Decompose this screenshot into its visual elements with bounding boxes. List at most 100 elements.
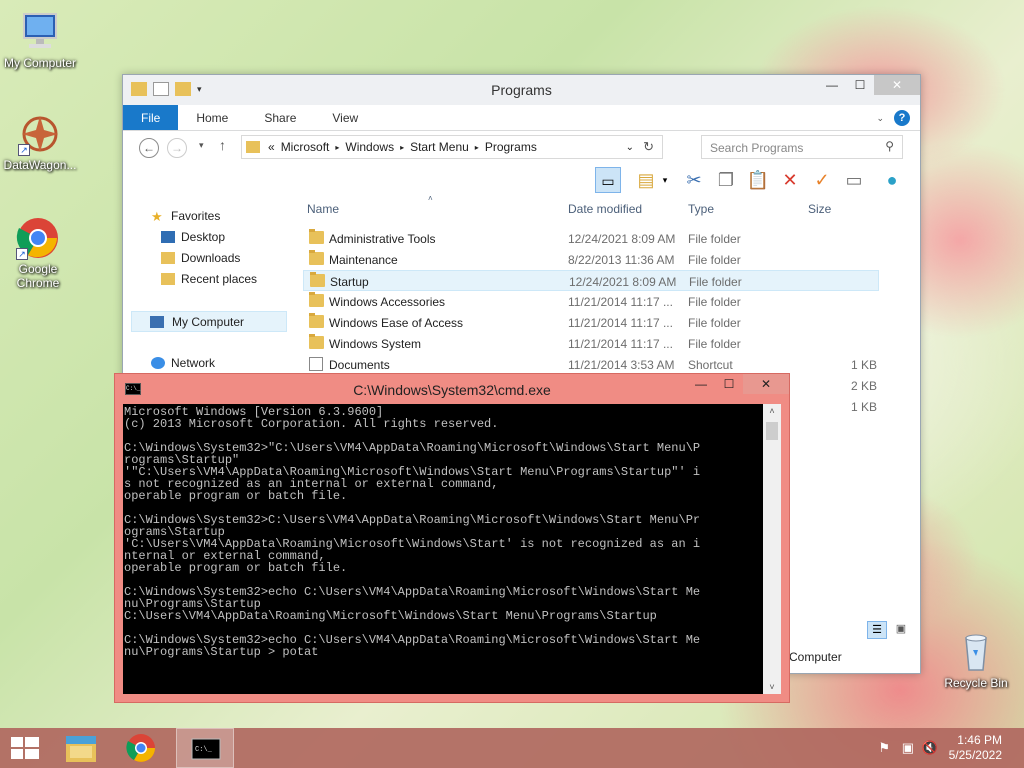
large-icons-view-icon[interactable]: ▣ [891,621,911,639]
column-header-type[interactable]: Type [688,202,714,216]
address-dropdown-icon[interactable]: ⌄ [626,142,634,153]
copy-icon[interactable]: ❐ [713,167,739,193]
close-button[interactable]: ✕ [874,75,920,95]
tab-home[interactable]: Home [178,105,246,130]
search-input[interactable]: Search Programs ⚲ [701,135,903,159]
nav-favorites[interactable]: ★ Favorites [123,206,295,227]
cmd-scrollbar[interactable]: ˄ ˅ [763,404,781,694]
computer-icon [150,316,164,328]
desktop-icon-recycle-bin[interactable]: Recycle Bin [936,630,1016,690]
desktop-icon-my-computer[interactable]: My Computer [0,10,80,70]
help-icon[interactable]: ? [894,110,910,126]
clock[interactable]: 1:46 PM 5/25/2022 [949,733,1002,763]
column-header-size[interactable]: Size [808,202,831,216]
globe-icon[interactable]: ● [879,167,905,193]
clock-date: 5/25/2022 [948,748,1002,762]
desktop-icon-label: DataWagon... [3,158,77,172]
breadcrumb-overflow[interactable]: « [268,140,275,154]
command-toolbar: ▭ ▤ ▾ ✂ ❐ 📋 ✕ ✓ ▭ ● [123,163,920,195]
list-item[interactable]: Administrative Tools 12/24/2021 8:09 AM … [303,228,880,249]
folder-icon [309,313,324,328]
volume-muted-icon[interactable]: 🔇 [922,740,938,756]
recent-places-icon [161,273,175,285]
ribbon-expand-icon[interactable]: ⌄ [876,113,884,124]
computer-icon [18,10,62,54]
action-center-flag-icon[interactable]: ⚑ [878,740,890,756]
breadcrumb-windows[interactable]: Windows [345,140,394,154]
forward-button[interactable]: → [167,138,187,158]
nav-my-computer[interactable]: My Computer [131,311,287,332]
nav-network-label: Network [171,356,216,370]
console-line: (c) 2013 Microsoft Corporation. All righ… [124,417,499,431]
explorer-titlebar[interactable]: ▾ Programs — ☐ ✕ [123,75,920,105]
breadcrumb-start-menu[interactable]: Start Menu [410,140,469,154]
nav-downloads[interactable]: Downloads [123,248,295,269]
nav-desktop-label: Desktop [181,230,226,244]
list-item[interactable]: Windows System 11/21/2014 11:17 ... File… [303,333,880,354]
cmd-window[interactable]: C:\_ C:\Windows\System32\cmd.exe — ☐ ✕ M… [114,373,790,703]
nav-recent-places[interactable]: Recent places [123,269,295,290]
list-item[interactable]: Documents 11/21/2014 3:53 AM Shortcut 1 … [303,354,880,375]
list-item[interactable]: Maintenance 8/22/2013 11:36 AM File fold… [303,249,880,270]
cmd-icon: C:\_ [191,738,221,760]
folder-icon [309,292,324,307]
scroll-thumb[interactable] [766,422,778,440]
item-name: Documents [329,358,390,372]
item-date: 11/21/2014 11:17 ... [568,316,673,330]
nav-desktop[interactable]: Desktop [123,227,295,248]
properties-folder-icon[interactable]: ▤ [633,167,659,193]
paste-icon[interactable]: 📋 [745,167,771,193]
list-item[interactable]: Windows Ease of Access 11/21/2014 11:17 … [303,312,880,333]
maximize-button[interactable]: ☐ [846,75,874,95]
taskbar-cmd[interactable]: C:\_ [176,728,234,768]
minimize-button[interactable]: — [687,374,715,394]
item-date: 11/21/2014 3:53 AM [568,358,675,372]
recent-locations-icon[interactable]: ▾ [199,140,204,151]
scroll-up-icon[interactable]: ˄ [763,406,781,416]
check-icon[interactable]: ✓ [809,167,835,193]
item-size: 2 KB [851,379,878,393]
network-status-icon[interactable]: ▣ [902,740,914,756]
column-header-name[interactable]: Name [307,202,339,216]
nav-network[interactable]: Network [123,353,295,374]
delete-icon[interactable]: ✕ [777,167,803,193]
tab-view[interactable]: View [314,105,376,130]
column-header-date[interactable]: Date modified [568,202,642,216]
maximize-button[interactable]: ☐ [715,374,743,394]
desktop-icon-label: Google Chrome [16,262,60,290]
rename-icon[interactable]: ▭ [841,167,867,193]
desktop-icon [161,231,175,243]
minimize-button[interactable]: — [818,75,846,95]
address-bar[interactable]: « Microsoft ▸ Windows ▸ Start Menu ▸ Pro… [241,135,663,159]
details-view-icon[interactable]: ☰ [867,621,887,639]
tab-share[interactable]: Share [246,105,314,130]
search-placeholder: Search Programs [710,141,804,155]
breadcrumb-programs[interactable]: Programs [485,140,537,154]
breadcrumb-microsoft[interactable]: Microsoft [281,140,330,154]
list-item[interactable]: Windows Accessories 11/21/2014 11:17 ...… [303,291,880,312]
item-type: File folder [689,275,742,289]
item-name: Windows System [329,337,422,351]
svg-text:C:\_: C:\_ [195,746,213,754]
scroll-down-icon[interactable]: ˅ [763,682,781,692]
close-button[interactable]: ✕ [743,374,789,394]
taskbar-chrome[interactable] [116,728,166,768]
chevron-down-icon[interactable]: ▾ [659,167,671,193]
up-button[interactable]: ↑ [219,137,226,153]
list-item-selected[interactable]: Startup 12/24/2021 8:09 AM File folder [303,270,879,291]
item-type: Shortcut [688,358,733,372]
desktop-icon-google-chrome[interactable]: ↗ Google Chrome [0,216,78,290]
desktop-icon-datawagon[interactable]: ↗ DataWagon... [0,112,80,172]
taskbar-file-explorer[interactable] [56,728,106,768]
refresh-icon[interactable]: ↻ [643,139,654,155]
start-button[interactable] [0,728,50,768]
console-output[interactable]: Microsoft Windows [Version 6.3.9600] (c) … [123,404,763,694]
preview-pane-icon[interactable]: ▭ [595,167,621,193]
cut-icon[interactable]: ✂ [681,167,707,193]
datawagon-icon: ↗ [18,112,62,156]
address-row: ← → ▾ ↑ « Microsoft ▸ Windows ▸ Start Me… [123,131,920,163]
desktop-icon-label: My Computer [3,56,77,70]
tab-file[interactable]: File [123,105,179,130]
back-button[interactable]: ← [139,138,159,158]
cmd-titlebar[interactable]: C:\_ C:\Windows\System32\cmd.exe — ☐ ✕ [115,374,789,404]
